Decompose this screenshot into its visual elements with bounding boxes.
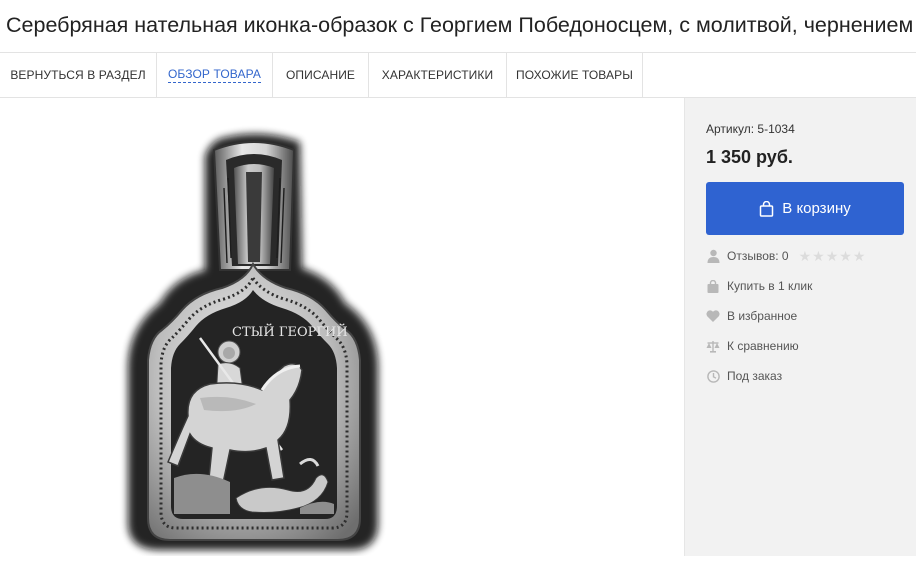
tab-label: ОБЗОР ТОВАРА — [168, 67, 261, 83]
reviews-link[interactable]: Отзывов: 0 ★ ★ ★ ★ ★ — [706, 246, 865, 266]
bag-icon — [706, 279, 720, 293]
heart-icon — [706, 309, 720, 323]
star-icon: ★ — [825, 248, 839, 264]
product-image-area: СТЫЙ ГЕОРГИЙ — [0, 98, 684, 556]
add-to-favorites-link[interactable]: В избранное — [706, 306, 797, 326]
product-price: 1 350 руб. — [706, 147, 793, 167]
clock-icon — [706, 369, 720, 383]
buy-one-click-label: Купить в 1 клик — [727, 279, 813, 293]
product-image[interactable]: СТЫЙ ГЕОРГИЙ — [0, 98, 684, 556]
product-sku: Артикул: 5-1034 — [706, 122, 795, 136]
tab-characteristics[interactable]: ХАРАКТЕРИСТИКИ — [369, 53, 507, 97]
shopping-bag-icon — [759, 200, 774, 217]
tab-label: ВЕРНУТЬСЯ В РАЗДЕЛ — [10, 68, 146, 82]
scales-icon — [706, 339, 720, 353]
product-sidebar: Артикул: 5-1034 1 350 руб. В корзину Отз… — [684, 98, 916, 556]
tab-label: ПОХОЖИЕ ТОВАРЫ — [516, 68, 633, 82]
tab-label: ОПИСАНИЕ — [285, 68, 356, 82]
preorder-label: Под заказ — [727, 369, 783, 383]
tab-back-to-section[interactable]: ВЕРНУТЬСЯ В РАЗДЕЛ — [0, 53, 157, 97]
tab-overview[interactable]: ОБЗОР ТОВАРА — [157, 53, 273, 97]
buy-one-click-link[interactable]: Купить в 1 клик — [706, 276, 812, 296]
star-icon: ★ — [852, 248, 866, 264]
add-to-cart-label: В корзину — [782, 200, 851, 217]
product-tabs: ВЕРНУТЬСЯ В РАЗДЕЛ ОБЗОР ТОВАРА ОПИСАНИЕ… — [0, 52, 916, 98]
rating-stars[interactable]: ★ ★ ★ ★ ★ — [799, 249, 866, 263]
star-icon: ★ — [812, 248, 825, 264]
star-icon: ★ — [839, 248, 852, 264]
tab-label: ХАРАКТЕРИСТИКИ — [381, 68, 494, 82]
star-icon: ★ — [798, 248, 812, 264]
page-title: Серебряная нательная иконка-образок с Ге… — [6, 13, 914, 37]
user-icon — [706, 249, 720, 263]
add-to-cart-button[interactable]: В корзину — [706, 182, 904, 235]
add-to-compare-link[interactable]: К сравнению — [706, 336, 799, 356]
preorder-status: Под заказ — [706, 366, 782, 386]
reviews-label: Отзывов: 0 — [727, 249, 789, 263]
tab-similar-products[interactable]: ПОХОЖИЕ ТОВАРЫ — [507, 53, 643, 97]
tab-description[interactable]: ОПИСАНИЕ — [273, 53, 369, 97]
icon-inscription: СТЫЙ ГЕОРГИЙ — [232, 323, 348, 340]
favorites-label: В избранное — [727, 309, 798, 323]
compare-label: К сравнению — [727, 339, 799, 353]
